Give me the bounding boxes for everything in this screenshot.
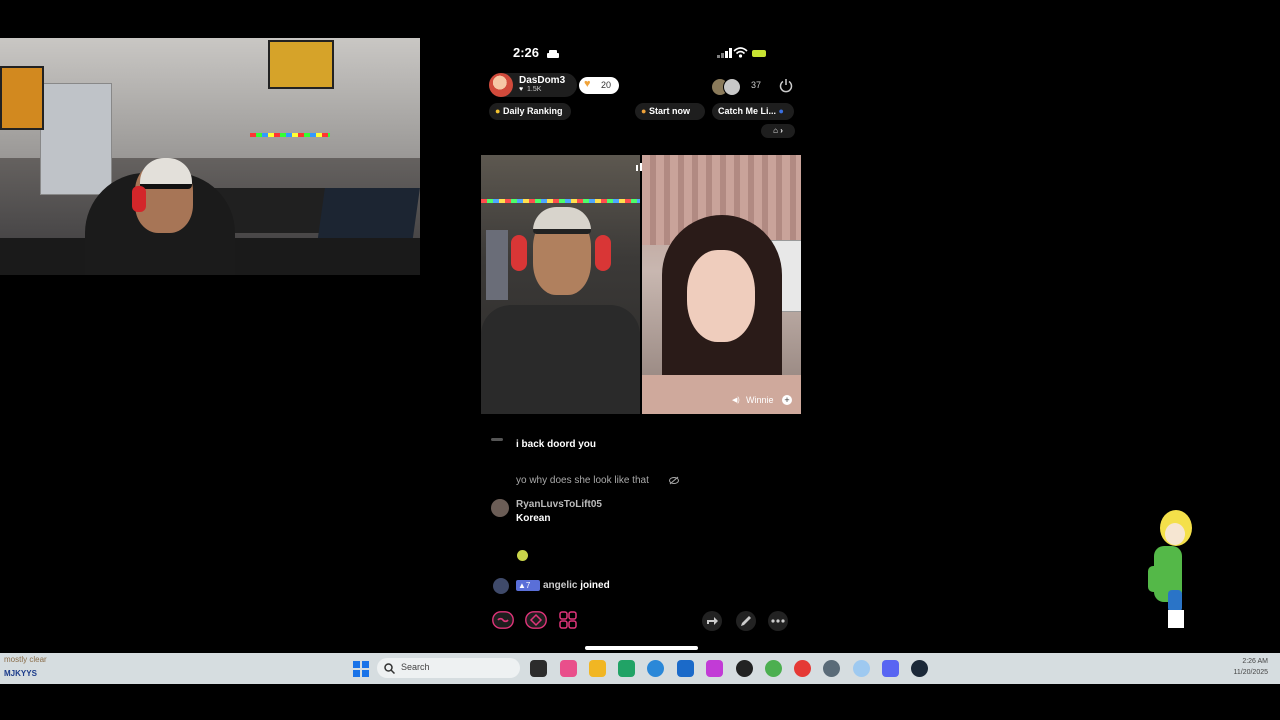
- host-video-tile[interactable]: [481, 155, 640, 414]
- edit-icon[interactable]: [735, 611, 757, 631]
- chat-message: Korean: [516, 513, 551, 524]
- join-action: joined: [580, 580, 610, 591]
- multi-guest-video: ◀) Winnie +: [481, 155, 801, 414]
- thumbs-up-icon: ●: [495, 106, 501, 116]
- settings-icon[interactable]: [823, 660, 840, 677]
- calculator-icon[interactable]: [618, 660, 635, 677]
- search-box[interactable]: Search: [377, 658, 520, 678]
- heart-icon: ♥: [519, 86, 524, 93]
- start-now-pill[interactable]: ● Start now: [635, 103, 705, 120]
- battery-icon: [752, 50, 766, 57]
- chat-message: i back doord you: [516, 439, 597, 450]
- clock-time[interactable]: 2:26 AM: [1200, 658, 1268, 665]
- home-icon: ⌂ ›: [773, 126, 783, 135]
- top-viewers[interactable]: [711, 78, 745, 96]
- gift-count: 20: [601, 80, 612, 90]
- more-features-pill[interactable]: ⌂ ›: [761, 124, 795, 138]
- search-placeholder: Search: [401, 662, 430, 672]
- copilot-icon[interactable]: [560, 660, 577, 677]
- match-icon[interactable]: [525, 611, 547, 629]
- start-now-label: Start now: [648, 106, 690, 116]
- level-badge: ▲7: [516, 580, 540, 591]
- clock-date[interactable]: 11/20/2025: [1200, 669, 1268, 676]
- viewer-count[interactable]: 37: [751, 80, 761, 90]
- chrome-icon[interactable]: [765, 660, 782, 677]
- store-icon[interactable]: [677, 660, 694, 677]
- chat-username[interactable]: RyanLuvsToLift05: [516, 499, 602, 510]
- link-icon[interactable]: [492, 611, 514, 629]
- task-view-icon[interactable]: [530, 660, 547, 677]
- signal-icon: [717, 48, 733, 58]
- ticker-user: MJKYYS: [4, 669, 37, 678]
- add-guest-button[interactable]: +: [782, 395, 792, 405]
- more-options-icon[interactable]: [767, 611, 789, 631]
- join-username[interactable]: angelic: [543, 580, 577, 591]
- windows-start-icon[interactable]: [353, 661, 369, 677]
- chat-avatar[interactable]: [491, 499, 509, 517]
- chat-avatar[interactable]: [491, 438, 503, 441]
- viewer-avatar[interactable]: [723, 78, 741, 96]
- hand-icon: ●: [641, 106, 647, 116]
- catch-me-pill[interactable]: Catch Me Li... ●: [712, 103, 794, 120]
- chat-message: yo why does she look like that: [516, 475, 649, 486]
- windows-taskbar: mostly clear MJKYYS Search 2:26 AM 11/20…: [0, 653, 1280, 684]
- guest-name: Winnie: [746, 395, 774, 405]
- share-icon[interactable]: [701, 611, 723, 631]
- emoji-icon: [517, 550, 528, 561]
- host-name: DasDom3: [519, 75, 566, 86]
- guest-video-tile[interactable]: ◀) Winnie +: [642, 155, 801, 414]
- streamer-webcam: [0, 38, 420, 275]
- host-avatar[interactable]: [489, 73, 513, 97]
- status-time: 2:26: [513, 45, 540, 60]
- obs-icon[interactable]: [736, 660, 753, 677]
- edge-icon[interactable]: [647, 660, 664, 677]
- level-number: 7: [525, 581, 531, 590]
- apps-icon[interactable]: [559, 611, 577, 629]
- cartoon-sticker: [1148, 510, 1192, 628]
- trophy-icon: [493, 578, 509, 594]
- heart-gift-icon: ♥: [584, 78, 591, 90]
- chrome-profile-icon[interactable]: [794, 660, 811, 677]
- catch-me-label: Catch Me Li...: [718, 106, 777, 116]
- host-profile-chip[interactable]: DasDom3 ♥ 1.5K: [489, 73, 577, 97]
- daily-ranking-label: Daily Ranking: [502, 106, 563, 116]
- wifi-icon: [733, 47, 748, 58]
- steam-icon[interactable]: [911, 660, 928, 677]
- obs-app-icon[interactable]: [706, 660, 723, 677]
- sneaker-icon: ●: [778, 106, 784, 116]
- eye-slash-icon: [669, 476, 679, 485]
- ticker-text: mostly clear: [4, 655, 47, 664]
- car-icon: [547, 50, 559, 58]
- search-icon: [384, 663, 395, 674]
- gift-count-chip[interactable]: ♥ 20: [579, 77, 619, 94]
- host-likes: 1.5K: [527, 86, 542, 93]
- file-explorer-icon[interactable]: [589, 660, 606, 677]
- daily-ranking-pill[interactable]: ● Daily Ranking: [489, 103, 571, 120]
- discord-icon[interactable]: [882, 660, 899, 677]
- join-message: angelic joined: [543, 580, 610, 591]
- eye-app-icon[interactable]: [853, 660, 870, 677]
- home-indicator[interactable]: [585, 646, 698, 650]
- speaker-icon: ◀): [732, 397, 740, 404]
- phone-screen: 2:26 DasDom3 ♥ 1.5K ♥ 20 37 ● Daily Rank…: [481, 38, 801, 658]
- power-icon[interactable]: [779, 78, 793, 93]
